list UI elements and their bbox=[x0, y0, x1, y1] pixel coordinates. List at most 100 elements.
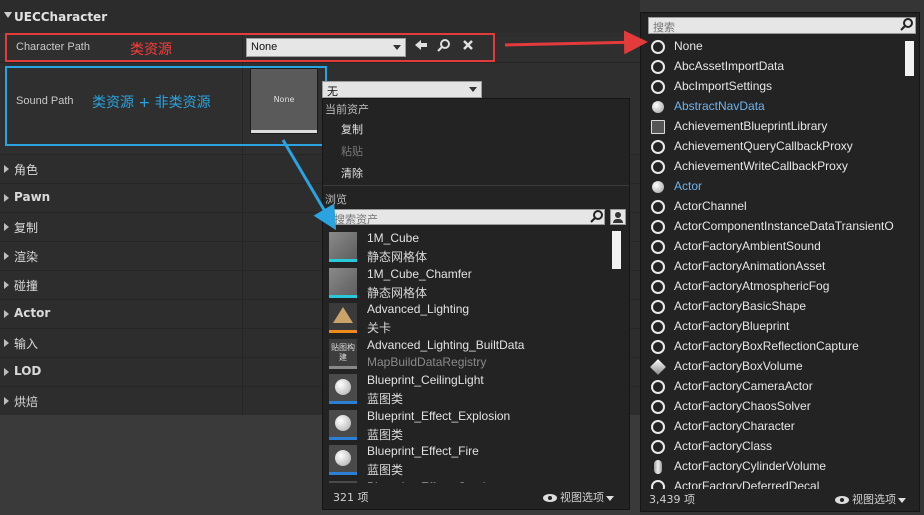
asset-thumbnail bbox=[329, 374, 357, 404]
menu-copy[interactable]: 复制 bbox=[341, 121, 363, 137]
category-label: Actor bbox=[14, 306, 51, 320]
cylinder-icon bbox=[654, 460, 662, 474]
category-label: 碰撞 bbox=[14, 279, 39, 293]
class-item[interactable]: AchievementQueryCallbackProxy bbox=[651, 137, 905, 157]
collapsed-arrow-icon bbox=[4, 368, 9, 376]
class-item[interactable]: ActorFactoryCameraActor bbox=[651, 377, 905, 397]
class-item[interactable]: ActorFactoryDeferredDecal bbox=[651, 477, 905, 489]
asset-item[interactable]: 1M_Cube 静态网格体 bbox=[329, 231, 619, 266]
class-name: ActorFactoryBasicShape bbox=[674, 299, 807, 313]
asset-search-input[interactable]: 搜索资产 bbox=[329, 209, 605, 226]
asset-thumbnail bbox=[329, 480, 357, 483]
class-item[interactable]: ActorFactoryBlueprint bbox=[651, 317, 905, 337]
category-replication[interactable]: 复制 bbox=[0, 212, 242, 241]
class-list[interactable]: None AbcAssetImportData AbcImportSettings A… bbox=[641, 37, 905, 489]
class-name: ActorFactoryBoxReflectionCapture bbox=[674, 339, 859, 353]
asset-type: 静态网格体 bbox=[367, 285, 428, 300]
class-picker-popup: 搜索 None AbcAssetImportData AbcImportSettin… bbox=[640, 12, 920, 512]
class-name: AbcImportSettings bbox=[674, 79, 773, 93]
asset-list-scrollbar[interactable] bbox=[612, 231, 621, 269]
asset-item[interactable]: Blueprint_Effect_Explosion 蓝图类 bbox=[329, 409, 619, 444]
class-item[interactable]: AbcAssetImportData bbox=[651, 57, 905, 77]
asset-count: 321 项 bbox=[333, 491, 369, 504]
class-item[interactable]: ActorFactoryBoxReflectionCapture bbox=[651, 337, 905, 357]
search-placeholder: 搜索 bbox=[653, 21, 675, 34]
class-icon bbox=[651, 380, 665, 394]
class-name: ActorFactoryDeferredDecal bbox=[674, 479, 820, 489]
collapsed-arrow-icon bbox=[4, 194, 9, 202]
class-count: 3,439 项 bbox=[649, 493, 695, 506]
collapsed-arrow-icon bbox=[4, 165, 9, 173]
class-name: ActorFactoryChaosSolver bbox=[674, 399, 811, 413]
class-icon bbox=[651, 320, 665, 334]
class-name: AchievementBlueprintLibrary bbox=[674, 119, 828, 133]
class-item[interactable]: ActorFactoryBoxVolume bbox=[650, 357, 905, 377]
class-item[interactable]: AchievementBlueprintLibrary bbox=[651, 117, 905, 137]
asset-type: 静态网格体 bbox=[367, 250, 428, 264]
class-item[interactable]: ActorFactoryCylinderVolume bbox=[651, 457, 905, 477]
class-item[interactable]: ActorFactoryAtmosphericFog bbox=[651, 277, 905, 297]
class-list-scrollbar[interactable] bbox=[905, 41, 914, 76]
user-filter-icon[interactable] bbox=[610, 209, 626, 225]
category-label: 复制 bbox=[14, 221, 39, 235]
category-collision[interactable]: 碰撞 bbox=[0, 270, 242, 299]
class-item[interactable]: ActorFactoryAmbientSound bbox=[651, 237, 905, 257]
category-cooking[interactable]: 烘焙 bbox=[0, 386, 242, 415]
asset-name: Advanced_Lighting bbox=[367, 302, 470, 316]
class-icon bbox=[651, 440, 665, 454]
category-title: UECCharacter bbox=[14, 10, 108, 24]
collapsed-arrow-icon bbox=[4, 252, 9, 260]
sphere-icon bbox=[652, 101, 664, 113]
category-rendering[interactable]: 渲染 bbox=[0, 241, 242, 270]
asset-list[interactable]: 1M_Cube 静态网格体 1M_Cube_Chamfer 静态网格体 Advanced… bbox=[323, 231, 629, 483]
category-lod[interactable]: LOD bbox=[0, 357, 242, 386]
class-item[interactable]: AchievementWriteCallbackProxy bbox=[651, 157, 905, 177]
category-actor[interactable]: Actor bbox=[0, 299, 242, 328]
class-item[interactable]: ActorChannel bbox=[651, 197, 905, 217]
class-item[interactable]: ActorFactoryAnimationAsset bbox=[651, 257, 905, 277]
category-label: 输入 bbox=[14, 337, 39, 351]
class-item[interactable]: None bbox=[651, 37, 905, 57]
view-options-label: 视图选项 bbox=[560, 491, 604, 504]
section-current-asset: 当前资产 bbox=[325, 103, 369, 116]
eye-icon bbox=[835, 496, 849, 504]
asset-thumbnail: 贴图构建 bbox=[329, 338, 357, 369]
class-item[interactable]: AbcImportSettings bbox=[651, 77, 905, 97]
asset-item[interactable]: Advanced_Lighting 关卡 bbox=[329, 302, 619, 337]
class-item[interactable]: ActorComponentInstanceDataTransientO bbox=[651, 217, 905, 237]
class-item[interactable]: ActorFactoryCharacter bbox=[651, 417, 905, 437]
class-name: AbstractNavData bbox=[674, 99, 765, 113]
class-search-input[interactable]: 搜索 bbox=[648, 17, 916, 34]
asset-item[interactable]: Blueprint_CeilingLight 蓝图类 bbox=[329, 373, 619, 408]
category-input[interactable]: 输入 bbox=[0, 328, 242, 357]
class-view-options[interactable]: 视图选项 bbox=[835, 491, 906, 507]
expand-arrow-icon bbox=[4, 12, 12, 18]
annotation-red-label: 类资源 bbox=[130, 42, 172, 58]
category-character[interactable]: 角色 bbox=[0, 154, 242, 183]
class-name: AbcAssetImportData bbox=[674, 59, 785, 73]
class-name: ActorFactoryClass bbox=[674, 439, 773, 453]
class-item[interactable]: ActorFactoryClass bbox=[651, 437, 905, 457]
asset-item[interactable]: 1M_Cube_Chamfer 静态网格体 bbox=[329, 267, 619, 302]
class-item[interactable]: AbstractNavData bbox=[651, 97, 905, 117]
class-item[interactable]: ActorFactoryChaosSolver bbox=[651, 397, 905, 417]
menu-clear[interactable]: 清除 bbox=[341, 165, 363, 181]
chevron-down-icon bbox=[898, 497, 906, 503]
chevron-down-icon bbox=[606, 495, 614, 501]
asset-item[interactable]: Blueprint_Effect_Fire 蓝图类 bbox=[329, 444, 619, 479]
asset-picker-popup: 当前资产 复制 粘贴 清除 浏览 搜索资产 1M_Cube 静态网格体 1M_Cub… bbox=[322, 98, 630, 510]
category-header-ueccharacter[interactable]: UECCharacter bbox=[0, 0, 640, 33]
asset-item[interactable]: Blueprint_Effect_Smoke bbox=[329, 480, 619, 483]
section-browse: 浏览 bbox=[325, 193, 347, 206]
asset-name: Blueprint_Effect_Fire bbox=[367, 444, 479, 458]
asset-item[interactable]: 贴图构建 Advanced_Lighting_BuiltData MapBuildD… bbox=[329, 338, 619, 373]
class-name: ActorComponentInstanceDataTransientO bbox=[674, 219, 894, 233]
category-pawn[interactable]: Pawn bbox=[0, 183, 242, 212]
sound-path-combo[interactable]: 无 bbox=[322, 81, 482, 98]
asset-type: 关卡 bbox=[367, 321, 392, 335]
class-item[interactable]: Actor bbox=[651, 177, 905, 197]
collapsed-arrow-icon bbox=[4, 397, 9, 405]
class-name: ActorFactoryBlueprint bbox=[674, 319, 790, 333]
asset-view-options[interactable]: 视图选项 bbox=[543, 489, 614, 505]
class-item[interactable]: ActorFactoryBasicShape bbox=[651, 297, 905, 317]
